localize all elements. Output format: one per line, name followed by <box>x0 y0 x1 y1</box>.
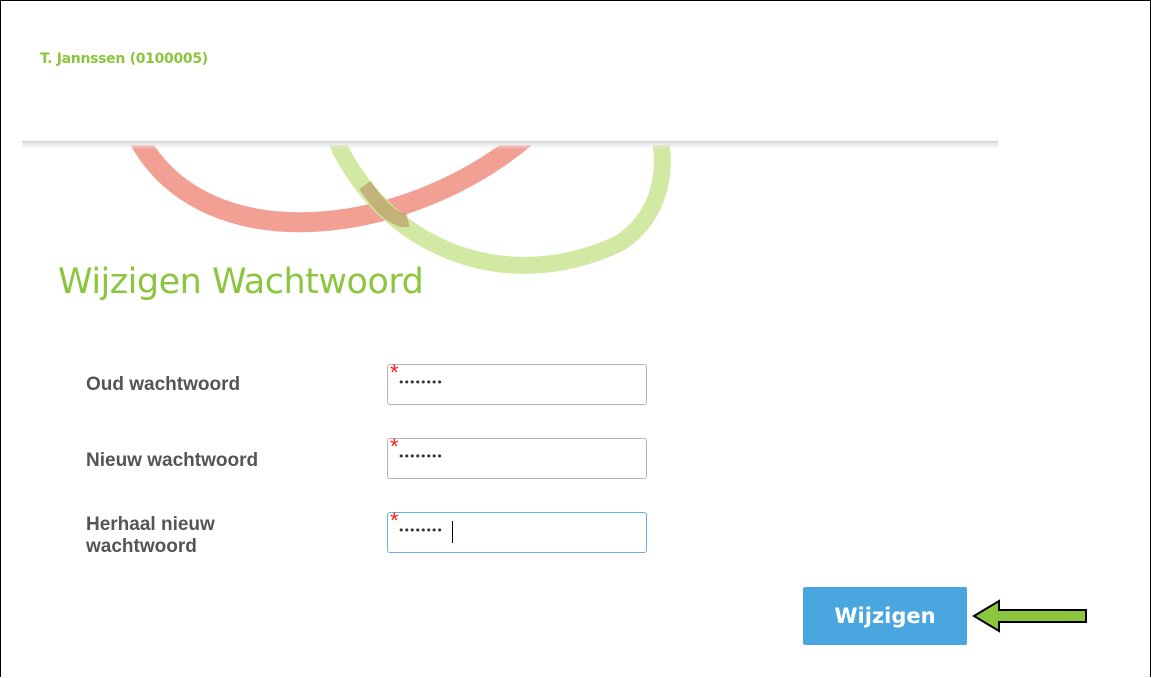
page-title: Wijzigen Wachtwoord <box>58 262 424 302</box>
old-password-label: Oud wachtwoord <box>86 374 241 395</box>
new-password-value: •••••••• <box>398 450 443 463</box>
repeat-password-input[interactable]: * •••••••• <box>387 510 647 553</box>
repeat-password-label: Herhaal nieuw wachtwoord <box>86 514 215 557</box>
arrow-left-icon <box>972 599 1087 633</box>
header-divider <box>22 141 998 149</box>
old-password-input[interactable]: * •••••••• <box>387 362 647 405</box>
decorative-swirl <box>130 145 671 274</box>
submit-button[interactable]: Wijzigen <box>803 587 967 645</box>
repeat-password-value: •••••••• <box>398 524 443 537</box>
text-caret <box>452 521 453 543</box>
new-password-input[interactable]: * •••••••• <box>387 436 647 479</box>
old-password-value: •••••••• <box>398 376 443 389</box>
new-password-label: Nieuw wachtwoord <box>86 450 259 471</box>
